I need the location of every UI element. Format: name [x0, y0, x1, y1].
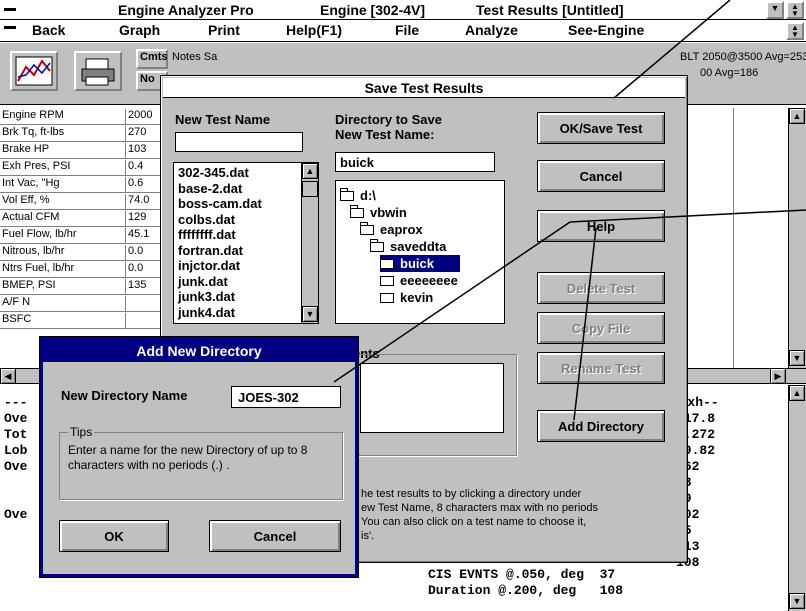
- annotation-lines: [333, 0, 806, 421]
